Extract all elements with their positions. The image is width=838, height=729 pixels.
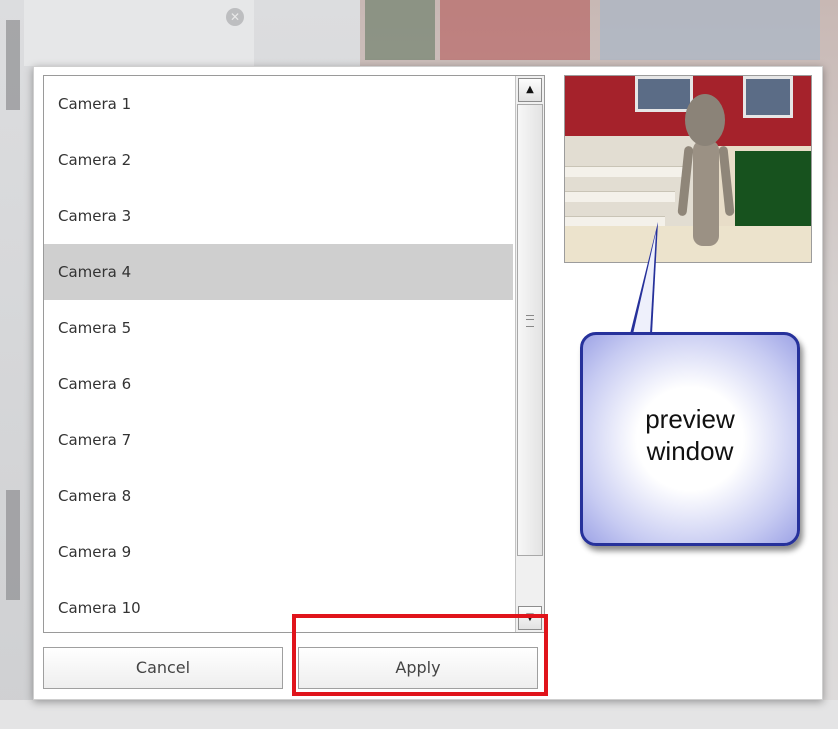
camera-list: Camera 1 Camera 2 Camera 3 Camera 4 Came… (44, 76, 513, 632)
preview-figure-arm (718, 145, 735, 217)
background-scene-windows (600, 0, 820, 60)
camera-list-item-selected[interactable]: Camera 4 (44, 244, 513, 300)
camera-list-item[interactable]: Camera 7 (44, 412, 513, 468)
background-scene-wall (440, 0, 590, 60)
grip-icon (526, 315, 534, 327)
background-footer (0, 700, 838, 729)
camera-list-item[interactable]: Camera 6 (44, 356, 513, 412)
background-scene-tree (365, 0, 435, 60)
preview-window-pane (635, 76, 693, 112)
callout-text-line: preview (645, 404, 735, 434)
camera-list-item[interactable]: Camera 9 (44, 524, 513, 580)
background-scroll-marker (6, 20, 20, 110)
arrow-up-icon[interactable]: ▲ (518, 78, 542, 102)
list-scrollbar[interactable]: ▲ ▼ (515, 76, 544, 632)
camera-listbox[interactable]: Camera 1 Camera 2 Camera 3 Camera 4 Came… (43, 75, 545, 633)
preview-window-pane (743, 76, 793, 118)
preview-window-callout: preview window (580, 332, 800, 546)
camera-list-item[interactable]: Camera 1 (44, 76, 513, 132)
close-icon: ✕ (226, 8, 244, 26)
preview-figure-head (685, 94, 725, 146)
callout-text-line: window (646, 436, 734, 466)
apply-highlight-box (292, 614, 548, 696)
preview-hedge (735, 151, 811, 231)
camera-preview-image (564, 75, 812, 263)
camera-list-item[interactable]: Camera 5 (44, 300, 513, 356)
scrollbar-thumb[interactable] (517, 104, 543, 556)
preview-ground (565, 226, 811, 262)
cancel-button[interactable]: Cancel (43, 647, 283, 689)
camera-list-item[interactable]: Camera 3 (44, 188, 513, 244)
camera-list-item[interactable]: Camera 2 (44, 132, 513, 188)
background-scroll-marker (6, 490, 20, 600)
background-panel (24, 0, 254, 66)
camera-list-item[interactable]: Camera 8 (44, 468, 513, 524)
preview-figure-body (693, 140, 719, 246)
